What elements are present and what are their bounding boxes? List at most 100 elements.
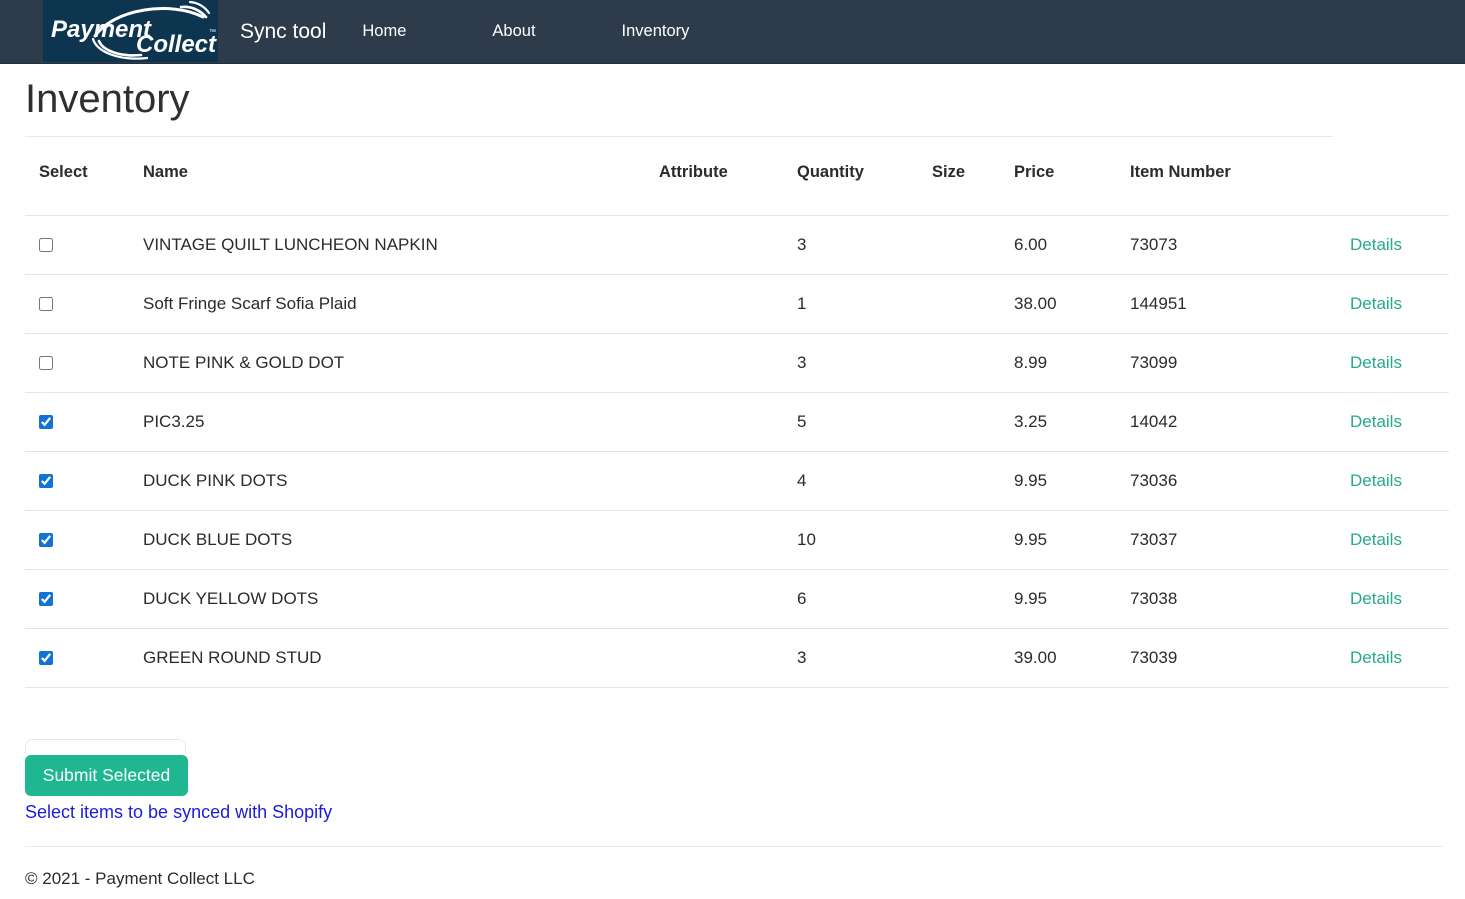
item-name-cell: NOTE PINK & GOLD DOT bbox=[135, 334, 651, 393]
details-cell: Details bbox=[1342, 511, 1449, 570]
item-attribute-cell bbox=[651, 452, 789, 511]
col-header-select: Select bbox=[25, 137, 135, 216]
details-link[interactable]: Details bbox=[1350, 353, 1402, 372]
details-link[interactable]: Details bbox=[1350, 471, 1402, 490]
row-select-checkbox[interactable] bbox=[39, 238, 53, 252]
item-price-cell: 9.95 bbox=[1006, 570, 1122, 629]
item-number-cell: 73099 bbox=[1122, 334, 1342, 393]
row-select-checkbox[interactable] bbox=[39, 297, 53, 311]
col-header-quantity: Quantity bbox=[789, 137, 924, 216]
item-name-cell: GREEN ROUND STUD bbox=[135, 629, 651, 688]
item-size-cell bbox=[924, 629, 1006, 688]
item-attribute-cell bbox=[651, 275, 789, 334]
item-quantity-cell: 5 bbox=[789, 393, 924, 452]
details-link[interactable]: Details bbox=[1350, 648, 1402, 667]
item-name-cell: DUCK BLUE DOTS bbox=[135, 511, 651, 570]
logo-trademark: ™ bbox=[209, 29, 216, 36]
item-size-cell bbox=[924, 334, 1006, 393]
row-select-checkbox[interactable] bbox=[39, 533, 53, 547]
row-select-checkbox[interactable] bbox=[39, 592, 53, 606]
table-row: GREEN ROUND STUD 3 39.00 73039 Details bbox=[25, 629, 1449, 688]
item-size-cell bbox=[924, 452, 1006, 511]
details-cell: Details bbox=[1342, 393, 1449, 452]
item-size-cell bbox=[924, 275, 1006, 334]
brand-link[interactable]: Sync tool bbox=[240, 20, 326, 44]
item-name-cell: DUCK PINK DOTS bbox=[135, 452, 651, 511]
item-name-cell: DUCK YELLOW DOTS bbox=[135, 570, 651, 629]
select-cell bbox=[25, 334, 135, 393]
item-price-cell: 9.95 bbox=[1006, 511, 1122, 570]
col-header-attribute: Attribute bbox=[651, 137, 789, 216]
item-name-cell: PIC3.25 bbox=[135, 393, 651, 452]
item-quantity-cell: 3 bbox=[789, 334, 924, 393]
nav-link-inventory[interactable]: Inventory bbox=[622, 22, 690, 41]
details-link[interactable]: Details bbox=[1350, 235, 1402, 254]
details-cell: Details bbox=[1342, 570, 1449, 629]
table-row: DUCK PINK DOTS 4 9.95 73036 Details bbox=[25, 452, 1449, 511]
item-attribute-cell bbox=[651, 511, 789, 570]
footer-divider bbox=[25, 846, 1443, 847]
ghost-outline bbox=[25, 739, 186, 754]
item-name-cell: VINTAGE QUILT LUNCHEON NAPKIN bbox=[135, 216, 651, 275]
table-row: Soft Fringe Scarf Sofia Plaid 1 38.00 14… bbox=[25, 275, 1449, 334]
copyright-text: © 2021 - Payment Collect LLC bbox=[25, 869, 1465, 899]
item-number-cell: 73039 bbox=[1122, 629, 1342, 688]
select-cell bbox=[25, 570, 135, 629]
details-link[interactable]: Details bbox=[1350, 294, 1402, 313]
item-attribute-cell bbox=[651, 570, 789, 629]
col-header-name: Name bbox=[135, 137, 651, 216]
col-header-actions bbox=[1342, 137, 1449, 216]
item-attribute-cell bbox=[651, 334, 789, 393]
page-footer: © 2021 - Payment Collect LLC bbox=[25, 869, 1465, 899]
item-quantity-cell: 4 bbox=[789, 452, 924, 511]
main-content: Inventory Select Name Attribute Quantity… bbox=[0, 76, 1465, 899]
item-attribute-cell bbox=[651, 629, 789, 688]
select-cell bbox=[25, 275, 135, 334]
table-row: DUCK YELLOW DOTS 6 9.95 73038 Details bbox=[25, 570, 1449, 629]
item-quantity-cell: 3 bbox=[789, 629, 924, 688]
details-cell: Details bbox=[1342, 452, 1449, 511]
inventory-table: Select Name Attribute Quantity Size Pric… bbox=[25, 137, 1449, 688]
navbar: Payment Collect ™ Sync tool Home About I… bbox=[0, 0, 1465, 64]
select-cell bbox=[25, 511, 135, 570]
table-row: NOTE PINK & GOLD DOT 3 8.99 73099 Detail… bbox=[25, 334, 1449, 393]
item-price-cell: 3.25 bbox=[1006, 393, 1122, 452]
nav-link-about[interactable]: About bbox=[492, 22, 535, 41]
item-size-cell bbox=[924, 216, 1006, 275]
item-number-cell: 144951 bbox=[1122, 275, 1342, 334]
details-link[interactable]: Details bbox=[1350, 530, 1402, 549]
item-number-cell: 14042 bbox=[1122, 393, 1342, 452]
item-quantity-cell: 3 bbox=[789, 216, 924, 275]
row-select-checkbox[interactable] bbox=[39, 474, 53, 488]
select-cell bbox=[25, 629, 135, 688]
details-link[interactable]: Details bbox=[1350, 412, 1402, 431]
sync-shopify-link[interactable]: Select items to be synced with Shopify bbox=[25, 802, 332, 823]
item-size-cell bbox=[924, 511, 1006, 570]
col-header-item-number: Item Number bbox=[1122, 137, 1342, 216]
item-size-cell bbox=[924, 570, 1006, 629]
row-select-checkbox[interactable] bbox=[39, 415, 53, 429]
item-attribute-cell bbox=[651, 393, 789, 452]
logo-word-collect: Collect bbox=[136, 31, 217, 58]
payment-collect-logo[interactable]: Payment Collect ™ bbox=[43, 0, 218, 62]
details-cell: Details bbox=[1342, 275, 1449, 334]
item-price-cell: 9.95 bbox=[1006, 452, 1122, 511]
details-cell: Details bbox=[1342, 629, 1449, 688]
table-row: PIC3.25 5 3.25 14042 Details bbox=[25, 393, 1449, 452]
details-cell: Details bbox=[1342, 334, 1449, 393]
item-quantity-cell: 6 bbox=[789, 570, 924, 629]
row-select-checkbox[interactable] bbox=[39, 651, 53, 665]
item-number-cell: 73036 bbox=[1122, 452, 1342, 511]
item-price-cell: 6.00 bbox=[1006, 216, 1122, 275]
table-row: DUCK BLUE DOTS 10 9.95 73037 Details bbox=[25, 511, 1449, 570]
col-header-price: Price bbox=[1006, 137, 1122, 216]
item-attribute-cell bbox=[651, 216, 789, 275]
submit-selected-button[interactable]: Submit Selected bbox=[25, 755, 188, 796]
item-price-cell: 39.00 bbox=[1006, 629, 1122, 688]
row-select-checkbox[interactable] bbox=[39, 356, 53, 370]
details-link[interactable]: Details bbox=[1350, 589, 1402, 608]
payment-collect-logo-image: Payment Collect ™ bbox=[43, 0, 218, 62]
nav-link-home[interactable]: Home bbox=[362, 22, 406, 41]
select-cell bbox=[25, 452, 135, 511]
item-size-cell bbox=[924, 393, 1006, 452]
